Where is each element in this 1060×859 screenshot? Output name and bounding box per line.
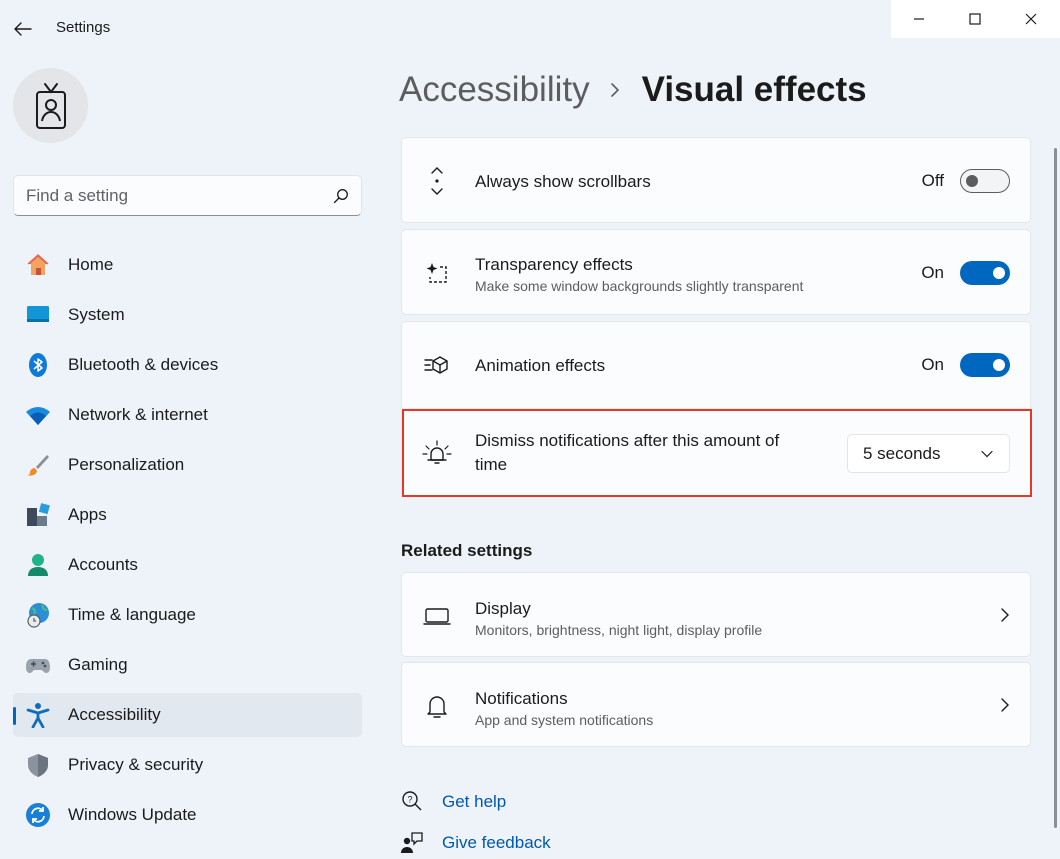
sidebar-item-windows-update[interactable]: Windows Update [13, 793, 362, 837]
bluetooth-icon [25, 352, 51, 378]
get-help-row: ? Get help [399, 789, 506, 815]
wifi-icon [25, 402, 51, 428]
setting-subtitle: App and system notifications [475, 712, 654, 728]
setting-card-transparency: Transparency effects Make some window ba… [401, 229, 1031, 315]
svg-text:?: ? [407, 795, 412, 805]
app-title: Settings [56, 19, 111, 36]
sidebar-item-label: Time & language [68, 605, 196, 624]
sidebar-item-apps[interactable]: Apps [13, 493, 362, 537]
brush-icon [25, 452, 51, 478]
sidebar-nav: Home System Bluetooth & devices Network … [13, 243, 362, 843]
title-bar: Settings [0, 0, 1060, 58]
chevron-right-icon [610, 82, 620, 98]
setting-title: Always show scrollbars [475, 172, 651, 191]
setting-card-scrollbars: Always show scrollbars Off [401, 137, 1031, 223]
sidebar-item-label: Windows Update [68, 805, 197, 824]
chevron-right-icon [1001, 608, 1009, 622]
setting-title: Animation effects [475, 356, 606, 375]
scrollbars-toggle[interactable] [960, 169, 1010, 193]
bell-icon [422, 691, 452, 721]
globe-clock-icon [25, 602, 51, 628]
minimize-icon [914, 18, 924, 20]
setting-title: Notifications [475, 689, 568, 708]
give-feedback-link[interactable]: Give feedback [442, 833, 551, 853]
sidebar-item-gaming[interactable]: Gaming [13, 643, 362, 687]
monitor-icon [422, 601, 452, 631]
toggle-state-label: On [921, 355, 944, 374]
back-button[interactable] [10, 16, 36, 42]
animation-icon [422, 350, 452, 380]
sidebar-item-accessibility[interactable]: Accessibility [13, 693, 362, 737]
update-icon [25, 802, 51, 828]
breadcrumb: Accessibility Visual effects [399, 70, 867, 110]
sidebar-item-label: Apps [68, 505, 107, 524]
minimize-button[interactable] [891, 0, 947, 38]
maximize-button[interactable] [947, 0, 1003, 38]
toggle-state-label: Off [921, 171, 944, 190]
accounts-icon [25, 552, 51, 578]
sidebar-item-label: Gaming [68, 655, 128, 674]
give-feedback-row: Give feedback [399, 830, 551, 856]
sidebar-item-label: Privacy & security [68, 755, 204, 774]
toggle-knob [966, 175, 978, 187]
search-icon[interactable] [333, 188, 349, 204]
chevron-right-icon [1001, 698, 1009, 712]
transparency-icon [422, 258, 452, 288]
sidebar-item-label: Home [68, 255, 114, 274]
close-icon [1025, 13, 1037, 25]
related-display[interactable]: Display Monitors, brightness, night ligh… [401, 572, 1031, 657]
sidebar-item-bluetooth[interactable]: Bluetooth & devices [13, 343, 362, 387]
animation-toggle[interactable] [960, 353, 1010, 377]
sidebar-item-label: Accounts [68, 555, 138, 574]
system-icon [25, 302, 51, 328]
accessibility-icon [25, 702, 51, 728]
sidebar-item-label: Network & internet [68, 405, 208, 424]
sidebar-item-time-language[interactable]: Time & language [13, 593, 362, 637]
toggle-knob [993, 359, 1005, 371]
sidebar-item-label: System [68, 305, 125, 324]
maximize-icon [969, 13, 981, 25]
sidebar-item-privacy[interactable]: Privacy & security [13, 743, 362, 787]
window-controls [891, 0, 1060, 38]
sidebar-item-personalization[interactable]: Personalization [13, 443, 362, 487]
feedback-icon [399, 830, 425, 856]
close-button[interactable] [1003, 0, 1059, 38]
scrollbar[interactable] [1054, 148, 1057, 828]
scrollbar-arrows-icon [422, 166, 452, 196]
setting-title: Transparency effects [475, 255, 633, 274]
get-help-link[interactable]: Get help [442, 792, 506, 812]
gamepad-icon [25, 652, 51, 678]
toggle-state-label: On [921, 263, 944, 282]
avatar[interactable] [13, 68, 88, 143]
shield-icon [25, 752, 51, 778]
related-notifications[interactable]: Notifications App and system notificatio… [401, 662, 1031, 747]
back-arrow-icon [14, 22, 32, 36]
related-settings-heading: Related settings [401, 541, 533, 560]
apps-icon [25, 502, 51, 528]
page-title: Visual effects [641, 70, 867, 109]
search-input[interactable] [26, 185, 333, 206]
toggle-knob [993, 267, 1005, 279]
setting-subtitle: Make some window backgrounds slightly tr… [475, 278, 804, 294]
search-box[interactable] [13, 175, 362, 216]
sidebar-item-label: Personalization [68, 455, 185, 474]
sidebar-item-system[interactable]: System [13, 293, 362, 337]
sidebar-item-home[interactable]: Home [13, 243, 362, 287]
help-chat-icon: ? [399, 789, 425, 815]
user-badge-icon [35, 82, 66, 129]
breadcrumb-parent[interactable]: Accessibility [399, 70, 590, 110]
setting-subtitle: Monitors, brightness, night light, displ… [475, 622, 763, 638]
sidebar-item-label: Bluetooth & devices [68, 355, 219, 374]
setting-title: Display [475, 599, 531, 618]
sidebar-item-accounts[interactable]: Accounts [13, 543, 362, 587]
home-icon [25, 252, 51, 278]
highlight-box [402, 409, 1032, 497]
sidebar-item-network[interactable]: Network & internet [13, 393, 362, 437]
sidebar-item-label: Accessibility [68, 705, 161, 724]
transparency-toggle[interactable] [960, 261, 1010, 285]
